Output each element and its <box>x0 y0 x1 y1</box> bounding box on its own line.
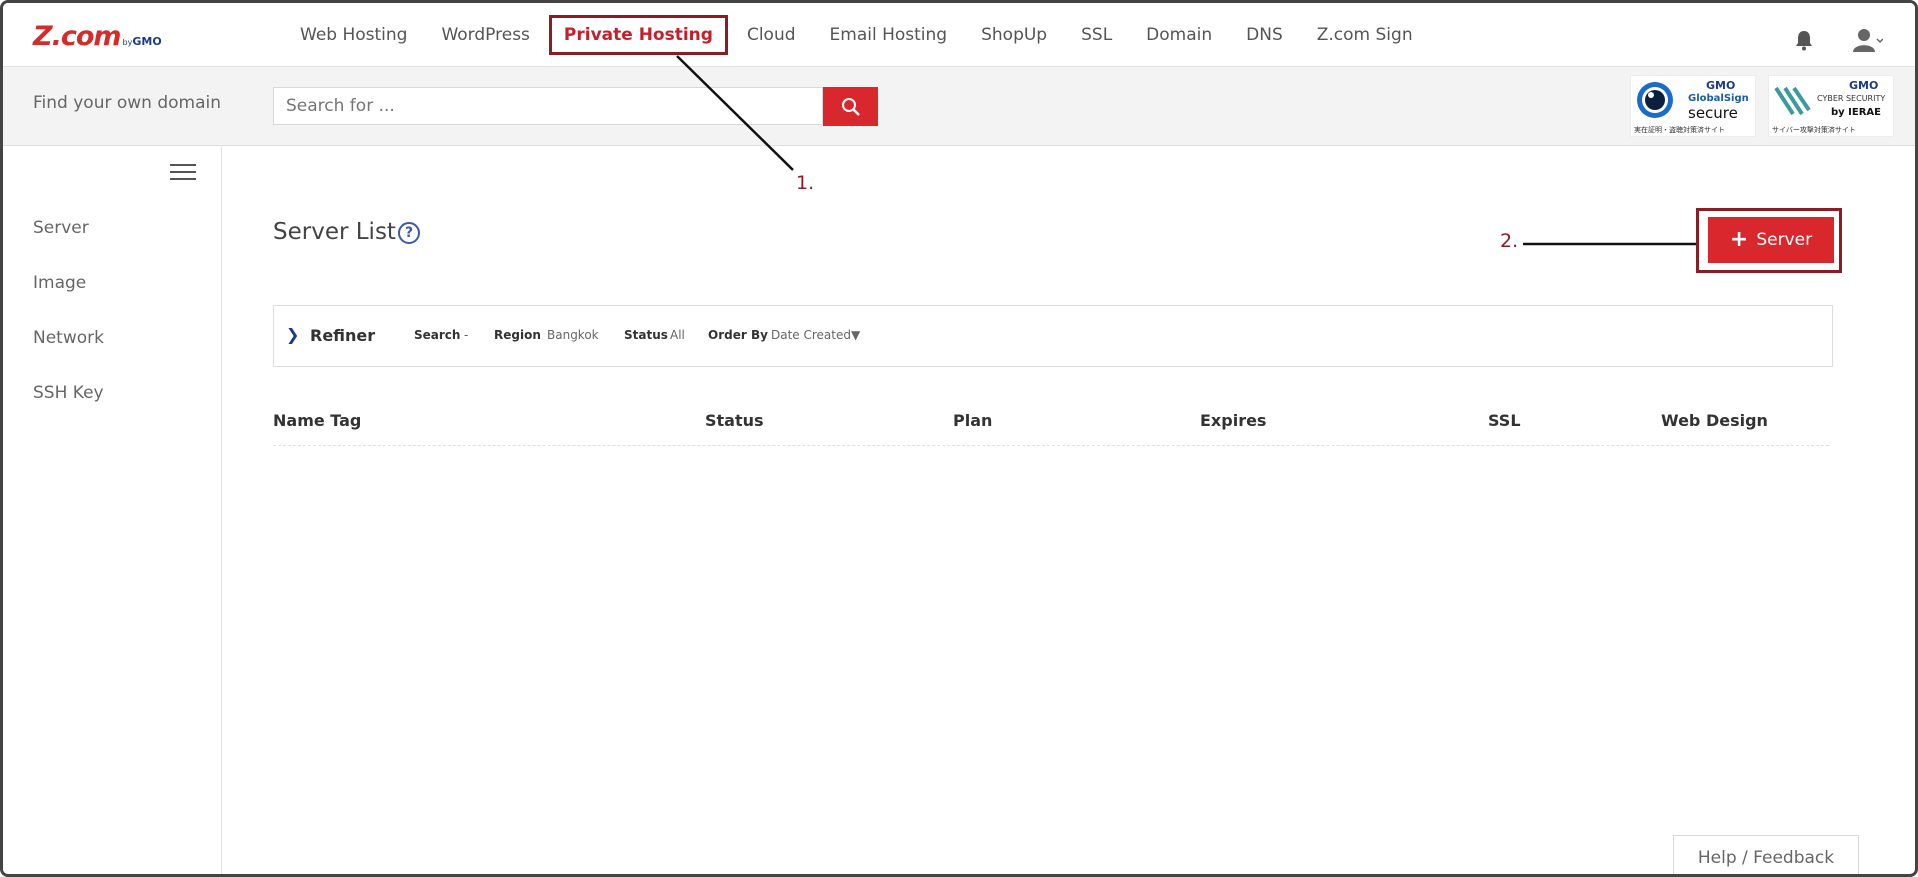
badge-globalsign-sub: 実在証明・盗聴対策済サイト <box>1634 126 1725 134</box>
refiner-order-key: Order By <box>708 328 768 342</box>
chevron-down-icon <box>1876 38 1883 44</box>
help-feedback-tab[interactable]: Help / Feedback <box>1673 835 1859 874</box>
globalsign-eye-icon <box>1637 82 1673 118</box>
column-ssl[interactable]: SSL <box>1488 411 1521 430</box>
sidebar-item-image[interactable]: Image <box>33 273 86 293</box>
nav-private-hosting[interactable]: Private Hosting <box>547 14 730 55</box>
refiner-status-value[interactable]: All <box>670 328 685 342</box>
annotation-label-2: 2. <box>1500 230 1519 252</box>
nav-cloud[interactable]: Cloud <box>730 25 813 45</box>
domain-search-bar: Find your own domain GMO GlobalSign secu… <box>3 67 1915 146</box>
add-server-button[interactable]: + Server <box>1708 217 1834 263</box>
badge-globalsign-label: GlobalSign <box>1688 93 1749 104</box>
chevron-right-icon[interactable]: ❯ <box>286 325 299 344</box>
page-title: Server List <box>273 219 396 245</box>
globalsign-badge[interactable]: GMO GlobalSign secure 実在証明・盗聴対策済サイト <box>1630 75 1756 137</box>
sidebar: Server Image Network SSH Key <box>3 146 222 874</box>
annotation-label-1: 1. <box>796 172 815 194</box>
search-icon <box>841 97 860 116</box>
table-header-divider <box>273 445 1829 446</box>
logo-brand: Z.com <box>33 21 122 52</box>
nav-web-hosting[interactable]: Web Hosting <box>283 25 424 45</box>
refiner-region-key: Region <box>494 328 541 342</box>
column-plan[interactable]: Plan <box>953 411 992 430</box>
column-status[interactable]: Status <box>705 411 764 430</box>
nav-wordpress[interactable]: WordPress <box>424 25 546 45</box>
refiner-toggle[interactable]: Refiner <box>310 326 375 345</box>
refiner-region-value[interactable]: Bangkok <box>547 328 599 342</box>
column-web-design[interactable]: Web Design <box>1661 411 1768 430</box>
sidebar-item-server[interactable]: Server <box>33 218 89 238</box>
badge-cyber-security-label: CYBER SECURITY <box>1817 94 1886 103</box>
nav-shopup[interactable]: ShopUp <box>964 25 1064 45</box>
search-input[interactable] <box>273 87 823 125</box>
plus-icon: + <box>1729 227 1749 252</box>
badge-secure-label: secure <box>1688 104 1738 122</box>
nav-ssl[interactable]: SSL <box>1064 25 1129 45</box>
nav-zcom-sign[interactable]: Z.com Sign <box>1300 25 1430 45</box>
nav-dns[interactable]: DNS <box>1229 25 1300 45</box>
ierae-logo-icon <box>1774 86 1811 116</box>
menu-icon[interactable] <box>170 164 196 182</box>
top-nav: Z.com byGMO Web Hosting WordPress Private… <box>3 3 1915 67</box>
logo-gmo: byGMO <box>122 35 162 48</box>
column-expires[interactable]: Expires <box>1200 411 1266 430</box>
help-icon[interactable]: ? <box>398 222 420 244</box>
column-name-tag[interactable]: Name Tag <box>273 411 361 430</box>
refiner-status-key: Status <box>624 328 668 342</box>
zcom-logo[interactable]: Z.com byGMO <box>33 21 162 52</box>
refiner-search-value[interactable]: - <box>464 328 468 342</box>
badge-ierae-sub: サイバー攻撃対策済サイト <box>1772 126 1856 134</box>
search-label: Find your own domain <box>33 93 222 113</box>
nav-email-hosting[interactable]: Email Hosting <box>813 25 965 45</box>
nav-domain[interactable]: Domain <box>1129 25 1229 45</box>
sidebar-item-ssh-key[interactable]: SSH Key <box>33 383 104 403</box>
refiner-search-key: Search <box>414 328 461 342</box>
ierae-badge[interactable]: GMO CYBER SECURITY by IERAE サイバー攻撃対策済サイト <box>1768 75 1894 137</box>
main-nav: Web Hosting WordPress Private Hosting Cl… <box>283 3 1430 66</box>
add-server-label: Server <box>1756 230 1813 250</box>
bell-icon[interactable] <box>1793 29 1815 51</box>
badge-ierae-label: by IERAE <box>1831 107 1881 118</box>
search-button[interactable] <box>823 87 878 126</box>
badge-ierae-gmo: GMO <box>1849 79 1879 92</box>
user-icon[interactable] <box>1853 28 1883 52</box>
browser-frame: Z.com byGMO Web Hosting WordPress Private… <box>0 0 1918 877</box>
refiner-panel: ❯ Refiner Search - Region Bangkok Status… <box>273 305 1833 367</box>
badge-gmo-label: GMO <box>1706 79 1736 92</box>
sidebar-item-network[interactable]: Network <box>33 328 104 348</box>
refiner-order-value[interactable]: Date Created▼ <box>771 328 860 342</box>
